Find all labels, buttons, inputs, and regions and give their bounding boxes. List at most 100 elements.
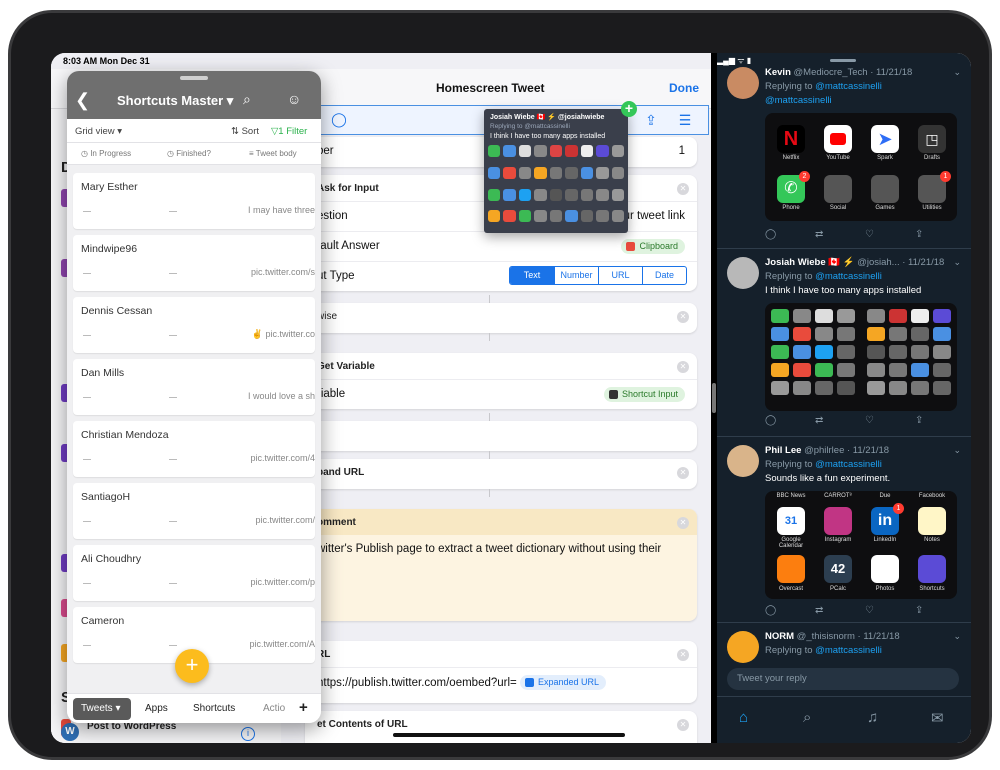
retweet-icon[interactable]: ⇄ — [815, 415, 823, 426]
share-icon[interactable]: ⇪ — [915, 229, 923, 240]
retweet-icon[interactable]: ⇄ — [815, 229, 823, 240]
expand-url-action[interactable]: pand URL ✕ — [305, 459, 697, 489]
comment-action[interactable]: omment ✕ witter's Publish page to extrac… — [305, 509, 697, 621]
record-name: Ali Choudhry — [81, 553, 142, 565]
google-calendar-icon: 31 — [777, 507, 805, 535]
reply-icon[interactable]: ◯ — [765, 229, 776, 240]
avatar[interactable] — [727, 631, 759, 663]
retweet-icon[interactable]: ⇄ — [815, 605, 823, 616]
remove-action-icon[interactable]: ✕ — [677, 311, 689, 323]
base-title[interactable]: Shortcuts Master ▾ — [117, 93, 233, 109]
input-type-segmented-control[interactable]: Text Number URL Date — [509, 266, 687, 285]
slide-over-grabber[interactable] — [180, 76, 208, 80]
otherwise-action[interactable]: wise ✕ — [305, 303, 697, 333]
record-card[interactable]: Mindwipe96 pic.twitter.com/s — [73, 235, 315, 291]
tweet[interactable]: Josiah Wiebe 🇨🇦 ⚡ @josiah... · 11/21/18 … — [717, 249, 971, 437]
share-icon[interactable]: ⇪ — [915, 415, 923, 426]
like-icon[interactable]: ♡ — [865, 229, 874, 240]
remove-action-icon[interactable]: ✕ — [677, 183, 689, 195]
record-card[interactable]: Ali Choudhry pic.twitter.com/p — [73, 545, 315, 601]
url-value[interactable]: https://publish.twitter.com/oembed?url= — [317, 677, 517, 689]
like-icon[interactable]: ♡ — [865, 605, 874, 616]
filter-button[interactable]: ▽1 Filter — [271, 126, 307, 137]
mention-link[interactable]: @mattcassinelli — [765, 95, 832, 106]
finished-empty — [169, 335, 177, 336]
tab-actions[interactable]: Actio — [263, 703, 285, 714]
record-card[interactable]: SantiagoH pic.twitter.com/ — [73, 483, 315, 539]
segment-url[interactable]: URL — [598, 267, 642, 284]
input-type-label: ut Type — [317, 270, 355, 282]
tweet[interactable]: Kevin @Mediocre_Tech · 11/21/18 ⌄ Replyi… — [717, 53, 971, 249]
grid-view-selector[interactable]: Grid view ▾ — [75, 126, 122, 137]
segment-text[interactable]: Text — [510, 267, 554, 284]
question-value[interactable]: ur tweet link — [624, 210, 685, 222]
remove-action-icon[interactable]: ✕ — [677, 517, 689, 529]
like-icon[interactable]: ♡ — [865, 415, 874, 426]
share-icon[interactable]: ⇪ — [915, 605, 923, 616]
tab-shortcuts[interactable]: Shortcuts — [193, 703, 235, 714]
get-contents-of-url-action[interactable]: et Contents of URL ✕ — [305, 711, 697, 743]
reply-input[interactable]: Tweet your reply — [727, 668, 959, 690]
done-button[interactable]: Done — [669, 81, 699, 95]
tab-apps[interactable]: Apps — [145, 703, 168, 714]
notifications-icon[interactable]: ♫ — [867, 709, 878, 726]
avatar[interactable] — [727, 445, 759, 477]
default-answer-label: fault Answer — [317, 240, 380, 252]
tweet[interactable]: NORM @_thisisnorm · 11/21/18 ⌄ Replying … — [717, 623, 971, 663]
avatar[interactable] — [727, 67, 759, 99]
home-icon[interactable]: ⌂ — [739, 709, 748, 726]
column-tweet-body[interactable]: ≡ Tweet body — [249, 149, 297, 158]
dragged-tweet-preview[interactable]: Josiah Wiebe 🇨🇦 ⚡ @josiahwiebe Replying … — [484, 109, 628, 233]
add-table-button[interactable]: + — [299, 699, 308, 716]
remove-action-icon[interactable]: ✕ — [677, 719, 689, 731]
column-in-progress[interactable]: ◷ In Progress — [81, 149, 131, 158]
undo-icon[interactable]: ◯ — [330, 111, 348, 129]
expanded-url-token[interactable]: Expanded URL — [519, 675, 607, 690]
chevron-down-icon[interactable]: ⌄ — [953, 257, 961, 268]
clipboard-token[interactable]: Clipboard — [621, 239, 685, 254]
remove-action-icon[interactable]: ✕ — [677, 361, 689, 373]
tweet-image[interactable]: N ➤ ◳ Netflix YouTube Spark Drafts ✆ 2 1… — [765, 113, 957, 221]
spark-icon: ➤ — [871, 125, 899, 153]
url-action[interactable]: RL ✕ https://publish.twitter.com/oembed?… — [305, 641, 697, 703]
column-finished[interactable]: ◷ Finished? — [167, 149, 211, 158]
sort-button[interactable]: ⇅ Sort — [231, 126, 259, 137]
chevron-down-icon[interactable]: ⌄ — [953, 631, 961, 642]
remove-action-icon[interactable]: ✕ — [677, 467, 689, 479]
info-icon[interactable]: i — [241, 727, 255, 741]
number-value[interactable]: 1 — [679, 145, 685, 157]
tweet-image[interactable]: BBC News CARROT⁸ Due Facebook 31 in 1 Go… — [765, 491, 957, 599]
reply-icon[interactable]: ◯ — [765, 415, 776, 426]
shortcut-input-token[interactable]: Shortcut Input — [603, 387, 685, 402]
search-icon[interactable]: ⌕ — [803, 709, 811, 726]
tab-tweets[interactable]: Tweets ▾ — [73, 698, 131, 720]
comment-text[interactable]: witter's Publish page to extract a tweet… — [305, 535, 697, 563]
record-card[interactable]: Dennis Cessan ✌ pic.twitter.co — [73, 297, 315, 353]
get-variable-action[interactable]: Get Variable ✕ riable Shortcut Input — [305, 353, 697, 409]
remove-action-icon[interactable]: ✕ — [677, 649, 689, 661]
finished-empty — [169, 211, 177, 212]
messages-icon[interactable]: ✉ — [931, 709, 944, 727]
replying-to: Replying to @mattcassinelli — [765, 459, 882, 470]
search-icon[interactable]: ⌕ — [243, 91, 251, 108]
segment-date[interactable]: Date — [642, 267, 686, 284]
record-card[interactable]: Christian Mendoza pic.twitter.com/4 — [73, 421, 315, 477]
tweet[interactable]: Phil Lee @philrlee · 11/21/18 ⌄ Replying… — [717, 437, 971, 623]
empty-action-slot[interactable] — [305, 421, 697, 451]
avatar[interactable] — [727, 257, 759, 289]
chevron-down-icon[interactable]: ⌄ — [953, 445, 961, 456]
tweet-author: NORM @_thisisnorm · 11/21/18 — [765, 631, 900, 642]
add-record-button[interactable]: + — [175, 649, 209, 683]
reply-icon[interactable]: ◯ — [765, 605, 776, 616]
tweet-image[interactable] — [765, 303, 957, 411]
collaborators-icon[interactable]: ☺ — [287, 91, 301, 107]
record-name: Cameron — [81, 615, 125, 627]
share-icon[interactable]: ⇪ — [642, 112, 660, 130]
record-card[interactable]: Dan Mills I would love a sh — [73, 359, 315, 415]
record-card[interactable]: Mary Esther I may have three — [73, 173, 315, 229]
app-label: BBC News — [776, 493, 806, 499]
back-chevron-icon[interactable]: ❮ — [75, 90, 90, 111]
segment-number[interactable]: Number — [554, 267, 598, 284]
in-progress-empty — [83, 335, 91, 336]
settings-toggle-icon[interactable]: ☰ — [676, 112, 694, 130]
